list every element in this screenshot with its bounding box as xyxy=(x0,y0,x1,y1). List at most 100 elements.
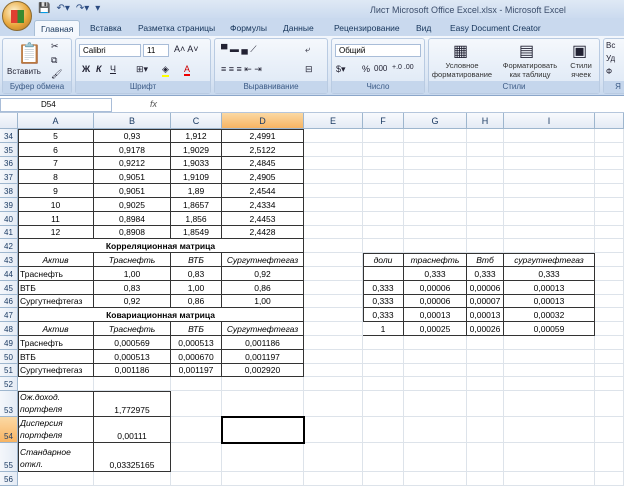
row-header-36[interactable]: 36 xyxy=(0,156,18,171)
row-header-46[interactable]: 46 xyxy=(0,294,18,309)
paste-button[interactable]: Вставить xyxy=(7,67,41,76)
weights-cell[interactable]: 0,00007 xyxy=(467,294,504,309)
row-header-49[interactable]: 49 xyxy=(0,336,18,350)
cell[interactable] xyxy=(222,391,304,418)
correlation-cell[interactable]: Траснефть xyxy=(18,267,94,281)
cell[interactable] xyxy=(595,156,624,171)
cell[interactable] xyxy=(304,211,363,226)
row-header-48[interactable]: 48 xyxy=(0,322,18,336)
cell[interactable] xyxy=(595,294,624,309)
cell[interactable] xyxy=(304,129,363,143)
cell[interactable] xyxy=(304,267,363,281)
format-table-icon[interactable]: ▤ xyxy=(519,41,534,61)
correlation-cell[interactable]: 1,00 xyxy=(222,294,304,309)
data-cell[interactable]: 0,9051 xyxy=(94,170,171,185)
weights-cell[interactable]: 0,00059 xyxy=(504,322,595,336)
select-all-corner[interactable] xyxy=(0,113,18,129)
cell[interactable] xyxy=(304,294,363,309)
cell[interactable] xyxy=(171,443,222,473)
cell[interactable] xyxy=(404,225,467,240)
font-name-select[interactable]: Calibri xyxy=(79,44,141,57)
weights-cell[interactable]: 0,00013 xyxy=(467,308,504,323)
data-cell[interactable]: 2,4991 xyxy=(222,129,304,143)
data-cell[interactable]: 7 xyxy=(18,156,94,171)
correlation-cell[interactable]: 0,83 xyxy=(94,280,171,295)
copy-icon[interactable]: ⧉ xyxy=(51,55,57,66)
data-cell[interactable]: 2,4428 xyxy=(222,225,304,240)
cell[interactable] xyxy=(171,377,222,392)
tab-review[interactable]: Рецензирование xyxy=(334,20,400,36)
cell[interactable] xyxy=(304,142,363,157)
cell[interactable] xyxy=(171,417,222,444)
correlation-title[interactable]: Корреляционная матрица xyxy=(18,239,304,254)
weights-cell[interactable]: 0,333 xyxy=(467,267,504,281)
column-header-a[interactable]: A xyxy=(18,113,94,129)
covariance-header[interactable]: Актив xyxy=(18,322,94,336)
cell[interactable] xyxy=(467,239,504,254)
cell[interactable] xyxy=(171,472,222,486)
cell[interactable] xyxy=(595,198,624,212)
covariance-header[interactable]: Сургутнефтегаз xyxy=(222,322,304,336)
conditional-format-button[interactable]: Условное форматирование xyxy=(431,61,493,79)
correlation-header[interactable]: Актив xyxy=(18,253,94,267)
data-cell[interactable]: 1,89 xyxy=(171,184,222,198)
cell[interactable] xyxy=(504,211,595,226)
data-cell[interactable]: 0,8908 xyxy=(94,225,171,240)
cell[interactable] xyxy=(363,349,404,364)
cell[interactable] xyxy=(404,336,467,350)
column-header-d[interactable]: D xyxy=(222,113,304,129)
cell[interactable] xyxy=(467,170,504,185)
cell[interactable] xyxy=(363,184,404,198)
cell[interactable] xyxy=(304,280,363,295)
covariance-header[interactable]: Траснефть xyxy=(94,322,171,336)
row-header-39[interactable]: 39 xyxy=(0,198,18,212)
cell[interactable] xyxy=(363,336,404,350)
cell[interactable] xyxy=(363,225,404,240)
number-format-select[interactable]: Общий xyxy=(335,44,421,57)
cell[interactable] xyxy=(467,142,504,157)
cell[interactable] xyxy=(467,377,504,392)
covariance-cell[interactable]: 0,000513 xyxy=(171,336,222,350)
cell[interactable] xyxy=(504,239,595,254)
paste-icon[interactable]: 📋 xyxy=(17,41,42,66)
cell[interactable] xyxy=(304,198,363,212)
weights-header[interactable]: доли xyxy=(363,253,404,267)
covariance-cell[interactable]: 0,000670 xyxy=(171,349,222,364)
data-cell[interactable]: 0,9051 xyxy=(94,184,171,198)
tab-formulas[interactable]: Формулы xyxy=(230,20,267,36)
data-cell[interactable]: 0,9178 xyxy=(94,142,171,157)
cell[interactable] xyxy=(363,129,404,143)
cell[interactable] xyxy=(304,443,363,473)
covariance-header[interactable]: ВТБ xyxy=(171,322,222,336)
cell[interactable] xyxy=(467,363,504,378)
insert-cells-button[interactable]: Вс xyxy=(606,41,615,50)
align-top-icon[interactable]: ▀ ▬ ▄ ⟋ xyxy=(221,44,257,55)
weights-cell[interactable]: 0,333 xyxy=(504,267,595,281)
cell[interactable] xyxy=(404,198,467,212)
tab-view[interactable]: Вид xyxy=(416,20,431,36)
column-header-f[interactable]: F xyxy=(363,113,404,129)
row-header-40[interactable]: 40 xyxy=(0,211,18,226)
row-header-50[interactable]: 50 xyxy=(0,349,18,364)
data-cell[interactable]: 1,912 xyxy=(171,129,222,143)
cell[interactable] xyxy=(304,253,363,267)
cell[interactable] xyxy=(404,363,467,378)
cell[interactable] xyxy=(504,443,595,473)
weights-cell[interactable]: 0,00006 xyxy=(467,280,504,295)
cell[interactable] xyxy=(404,184,467,198)
cell[interactable] xyxy=(304,225,363,240)
cell[interactable] xyxy=(595,322,624,336)
weights-cell[interactable]: 0,00006 xyxy=(404,280,467,295)
row-header-54[interactable]: 54 xyxy=(0,417,18,444)
data-cell[interactable]: 11 xyxy=(18,211,94,226)
cell[interactable] xyxy=(467,349,504,364)
row-header-42[interactable]: 42 xyxy=(0,239,18,254)
weights-cell[interactable]: 0,00026 xyxy=(467,322,504,336)
cell[interactable] xyxy=(363,443,404,473)
covariance-cell[interactable]: ВТБ xyxy=(18,349,94,364)
cell[interactable] xyxy=(595,239,624,254)
fill-color-icon[interactable]: ◈ xyxy=(162,64,169,77)
cell[interactable] xyxy=(404,417,467,444)
cell[interactable] xyxy=(467,184,504,198)
cell[interactable] xyxy=(595,129,624,143)
